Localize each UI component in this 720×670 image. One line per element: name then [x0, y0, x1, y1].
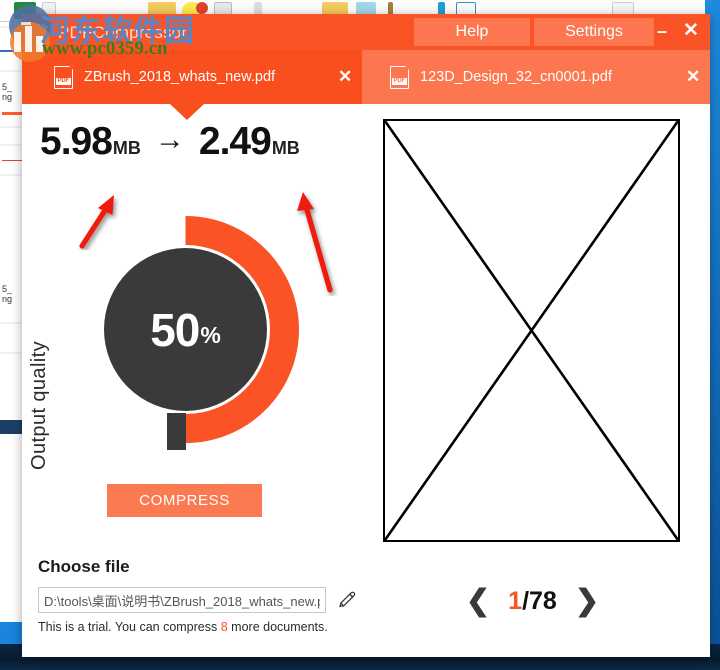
gauge-value-display: 50 % — [104, 248, 267, 411]
trial-remaining-count: 8 — [220, 620, 228, 634]
tab-label: ZBrush_2018_whats_new.pdf — [84, 69, 276, 85]
document-preview[interactable] — [383, 119, 680, 542]
image-placeholder-icon — [385, 121, 678, 540]
current-page-number: 1 — [508, 586, 523, 615]
output-quality-label: Output quality — [28, 340, 51, 471]
total-page-count: /78 — [522, 586, 557, 615]
pdf-icon-label: PDF — [391, 77, 407, 85]
main-content: 5.98 MB → 2.49 MB Output quality 50 % CO… — [22, 104, 710, 657]
page-navigation: ❮ 1/78 ❯ — [440, 581, 625, 621]
pdf-compressor-window: PDFCompressor Help Settings – ✕ PDF ZBru… — [22, 14, 710, 657]
tab-123d-design-32-cn0001[interactable]: PDF 123D_Design_32_cn0001.pdf ✕ — [362, 50, 710, 104]
size-arrow-icon: → — [154, 123, 185, 156]
tab-label: 123D_Design_32_cn0001.pdf — [420, 69, 612, 85]
pdf-icon-label: PDF — [55, 77, 71, 85]
trial-suffix: more documents. — [227, 620, 328, 634]
minimize-button[interactable]: – — [652, 20, 672, 42]
app-title: PDFCompressor — [58, 23, 188, 42]
pdf-file-icon: PDF — [54, 64, 74, 89]
gauge-slider-handle[interactable] — [167, 413, 186, 450]
page-indicator: 1/78 — [508, 587, 557, 616]
tab-close-icon[interactable]: ✕ — [686, 68, 700, 86]
file-path-row — [38, 587, 356, 613]
trial-prefix: This is a trial. You can compress — [38, 620, 221, 634]
tab-zbrush-2018-whats-new[interactable]: PDF ZBrush_2018_whats_new.pdf ✕ — [22, 50, 362, 104]
tab-bar: PDF ZBrush_2018_whats_new.pdf ✕ PDF 123D… — [22, 50, 710, 120]
compress-button[interactable]: COMPRESS — [107, 484, 262, 517]
original-size-value: 5.98 — [40, 120, 113, 163]
file-path-input[interactable] — [38, 587, 326, 613]
gauge-value: 50 — [150, 303, 200, 356]
trial-status-text: This is a trial. You can compress 8 more… — [38, 620, 328, 634]
active-tab-pointer — [170, 104, 204, 120]
original-size-unit: MB — [112, 138, 141, 158]
compressed-size-value: 2.49 — [198, 120, 272, 163]
title-bar: PDFCompressor Help Settings – ✕ — [22, 14, 710, 50]
choose-file-heading: Choose file — [38, 557, 130, 576]
file-size-summary: 5.98 MB → 2.49 MB — [40, 120, 300, 164]
next-page-icon[interactable]: ❯ — [575, 586, 599, 616]
close-button[interactable]: ✕ — [680, 20, 702, 42]
pdf-file-icon: PDF — [390, 64, 410, 89]
compressed-size-unit: MB — [271, 138, 300, 158]
previous-page-icon[interactable]: ❮ — [466, 586, 490, 616]
pencil-icon[interactable] — [337, 591, 356, 610]
gauge-percent-symbol: % — [200, 322, 221, 348]
output-quality-gauge[interactable]: 50 % — [104, 202, 304, 450]
help-button[interactable]: Help — [414, 18, 530, 46]
tab-close-icon[interactable]: ✕ — [338, 68, 352, 86]
settings-button[interactable]: Settings — [534, 18, 654, 46]
